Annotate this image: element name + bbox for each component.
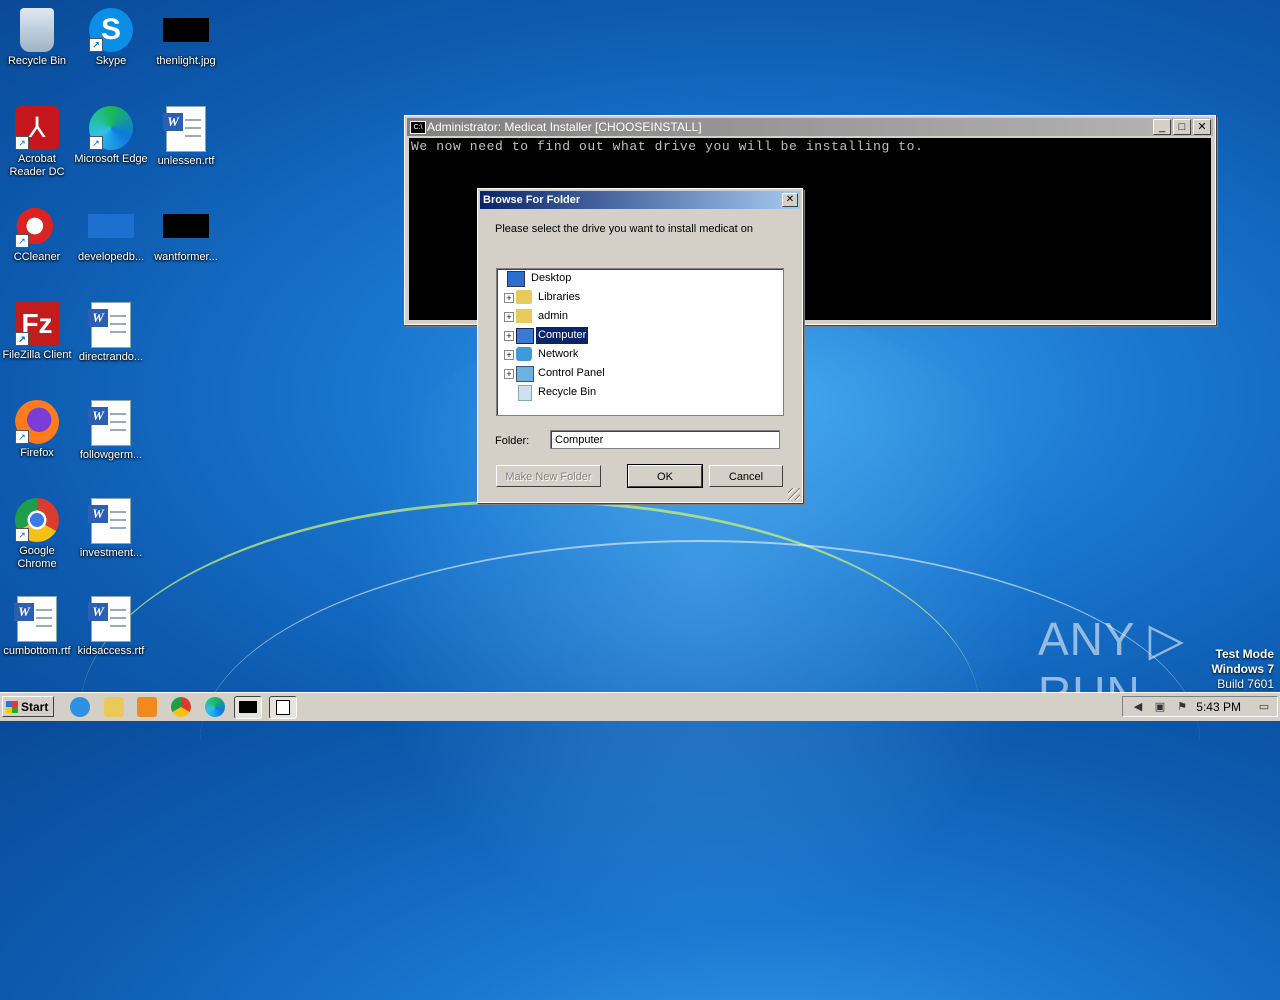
start-button[interactable]: Start [2, 696, 54, 717]
explorer-icon[interactable] [104, 697, 124, 717]
firefox-icon: ↗ [15, 400, 59, 444]
media-player-icon[interactable] [137, 697, 157, 717]
edge-icon[interactable] [205, 697, 225, 717]
skype-icon: S ↗ [89, 8, 133, 52]
build-label: Build 7601 [1217, 677, 1274, 691]
expand-toggle[interactable]: + [504, 331, 514, 341]
start-label: Start [21, 700, 49, 714]
image-file-icon [163, 214, 209, 238]
file-icon [88, 214, 134, 238]
tree-node-desktop[interactable]: Desktop [505, 270, 775, 287]
maximize-button[interactable]: □ [1173, 119, 1191, 135]
desktop-icon-recycle-bin[interactable]: Recycle Bin [0, 8, 74, 68]
word-doc-icon: W [88, 302, 131, 348]
folder-tree[interactable]: Desktop + Libraries + admin + Computer +… [496, 268, 784, 416]
test-mode-notice: Test Mode Windows 7 Build 7601 [1211, 647, 1274, 692]
desktop-icon-skype[interactable]: S ↗ Skype [74, 8, 148, 68]
wallpaper-swoosh [200, 540, 1200, 942]
cmd-icon: C:\ [410, 121, 426, 134]
network-status-icon[interactable]: ▣ [1153, 700, 1167, 714]
taskbar: Start ◀ ▣ ⚑ 5:43 PM ▭ [0, 692, 1280, 721]
console-title: Administrator: Medicat Installer [CHOOSE… [427, 120, 702, 134]
dialog-title: Browse For Folder [483, 194, 581, 206]
clock[interactable]: 5:43 PM [1196, 697, 1241, 718]
ccleaner-icon: ↗ [15, 204, 59, 248]
tree-node-admin[interactable]: + admin [504, 308, 774, 325]
tree-node-libraries[interactable]: + Libraries [504, 289, 774, 306]
expand-toggle[interactable]: + [504, 369, 514, 379]
desktop-icon-followgerm[interactable]: W followgerm... [74, 400, 148, 462]
desktop-icon-chrome[interactable]: ↗ Google Chrome [0, 498, 74, 571]
desktop-icon-directrando[interactable]: W directrando... [74, 302, 148, 364]
show-desktop-icon[interactable]: ▭ [1257, 700, 1271, 714]
desktop-icon-acrobat[interactable]: ⅄ ↗ Acrobat Reader DC [0, 106, 74, 179]
system-tray: ◀ ▣ ⚑ 5:43 PM ▭ [1122, 696, 1278, 717]
word-doc-icon: W [88, 596, 131, 642]
control-panel-icon [516, 366, 534, 382]
resize-grip[interactable] [788, 488, 800, 500]
tree-node-computer[interactable]: + Computer [504, 326, 774, 345]
minimize-button[interactable]: _ [1153, 119, 1171, 135]
word-doc-icon: W [14, 596, 57, 642]
chrome-icon[interactable] [171, 697, 191, 717]
desktop-icon-firefox[interactable]: ↗ Firefox [0, 400, 74, 460]
acrobat-icon: ⅄ ↗ [15, 106, 59, 150]
desktop-icon [507, 271, 525, 287]
cancel-button[interactable]: Cancel [709, 465, 783, 487]
tree-node-network[interactable]: + Network [504, 346, 774, 363]
console-titlebar[interactable]: C:\ Administrator: Medicat Installer [CH… [407, 118, 1213, 136]
dialog-close-button[interactable]: ✕ [782, 193, 798, 207]
ok-button[interactable]: OK [627, 464, 703, 488]
chrome-icon: ↗ [15, 498, 59, 542]
desktop-icon-edge[interactable]: ↗ Microsoft Edge [74, 106, 148, 166]
desktop-icon-cumbottom[interactable]: W cumbottom.rtf [0, 596, 74, 658]
windows-flag-icon [6, 701, 18, 713]
word-doc-icon: W [163, 106, 206, 152]
user-folder-icon [516, 309, 532, 323]
console-output-line: We now need to find out what drive you w… [411, 139, 924, 154]
expand-toggle[interactable]: + [504, 293, 514, 303]
desktop-icon-unlessen[interactable]: W unlessen.rtf [149, 106, 223, 168]
close-button[interactable]: ✕ [1193, 119, 1211, 135]
libraries-folder-icon [516, 290, 532, 304]
desktop-icon-filezilla[interactable]: Fz ↗ FileZilla Client [0, 302, 74, 362]
dialog-prompt: Please select the drive you want to inst… [495, 223, 754, 235]
word-doc-icon: W [88, 400, 131, 446]
test-mode-label: Test Mode [1215, 647, 1274, 661]
action-center-flag-icon[interactable]: ⚑ [1175, 700, 1189, 714]
volume-icon[interactable]: ◀ [1131, 700, 1145, 714]
desktop-icon-thenlight[interactable]: thenlight.jpg [149, 8, 223, 68]
desktop-icon-ccleaner[interactable]: ↗ CCleaner [0, 204, 74, 264]
make-new-folder-button[interactable]: Make New Folder [496, 465, 601, 487]
browse-for-folder-dialog[interactable]: Browse For Folder ✕ Please select the dr… [477, 188, 803, 503]
edge-icon: ↗ [89, 106, 133, 150]
desktop-icon-wantformer[interactable]: wantformer... [149, 204, 223, 264]
folder-input[interactable]: Computer [550, 430, 780, 449]
word-doc-icon: W [88, 498, 131, 544]
ie-icon[interactable] [70, 697, 90, 717]
tree-node-recycle-bin[interactable]: Recycle Bin [504, 384, 774, 401]
recycle-bin-icon [20, 8, 54, 52]
desktop-icon-developedb[interactable]: developedb... [74, 204, 148, 264]
expand-toggle[interactable]: + [504, 350, 514, 360]
cmd-icon[interactable] [234, 696, 262, 719]
desktop-icon-investment[interactable]: W investment... [74, 498, 148, 560]
recycle-bin-icon [518, 385, 532, 401]
computer-icon [516, 328, 534, 344]
expand-toggle[interactable]: + [504, 312, 514, 322]
folder-label: Folder: [495, 435, 530, 447]
filezilla-icon: Fz ↗ [15, 302, 59, 346]
network-icon [516, 347, 532, 361]
dialog-titlebar[interactable]: Browse For Folder ✕ [480, 191, 800, 209]
installer-window-icon[interactable] [269, 696, 297, 719]
os-label: Windows 7 [1211, 662, 1274, 676]
desktop-icon-kidsaccess[interactable]: W kidsaccess.rtf [74, 596, 148, 658]
tree-node-control-panel[interactable]: + Control Panel [504, 365, 774, 382]
image-file-icon [163, 18, 209, 42]
